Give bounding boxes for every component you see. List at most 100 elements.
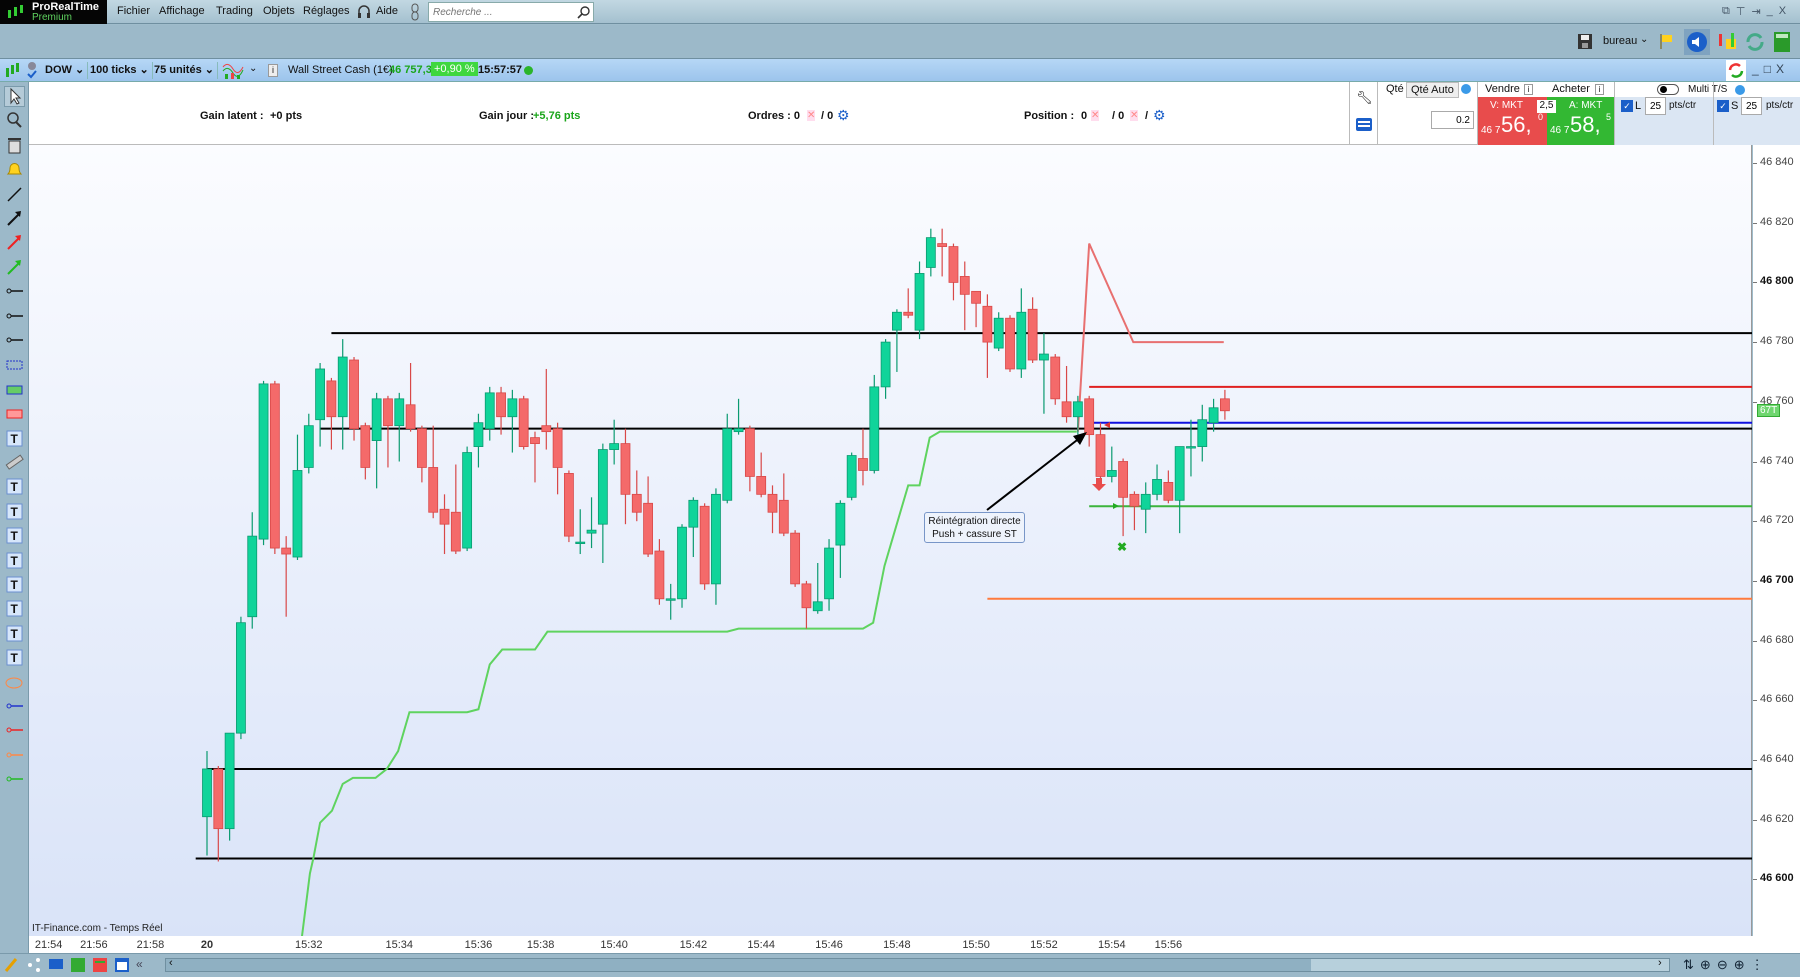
time-scrollbar[interactable]: ‹ › [165,957,1670,972]
sound-icon[interactable] [1684,29,1710,55]
link-icon[interactable] [410,3,420,21]
zoom-icon[interactable] [4,110,25,131]
chart-type-icon[interactable] [4,62,22,79]
arrow-line-icon[interactable] [4,208,25,229]
horizontal-line-icon[interactable] [4,330,25,351]
gear-icon[interactable]: ⚙ [837,107,850,124]
menu-trading[interactable]: Trading [216,5,253,17]
red-rectangle-icon[interactable] [4,403,25,424]
red-arrow-icon[interactable] [4,232,25,253]
scrollbar-thumb[interactable] [1311,959,1669,971]
menu-reglages[interactable]: Réglages [303,5,349,17]
price-chart[interactable]: ✖ IT-Finance.com - Temps Réel Réintégrat… [29,145,1752,936]
refresh-icon[interactable] [1726,60,1746,81]
auto-scale-icon[interactable]: ⇅ [1683,957,1694,973]
close-icon[interactable]: X [1776,62,1784,76]
trash-icon[interactable] [4,135,25,156]
chevron-down-icon[interactable]: ⌄ [1640,34,1648,45]
info-icon[interactable]: i [1524,84,1533,95]
help-bubble-icon[interactable] [1735,85,1745,95]
short-stop-checkbox[interactable]: ✓ [1717,100,1729,112]
alert-bell-icon[interactable] [4,159,25,180]
text-icon[interactable]: T [4,550,25,571]
gear-icon[interactable]: ⚙ [1153,107,1166,124]
red-segment-icon[interactable] [4,720,25,741]
close-position-icon[interactable]: ✕ [1091,110,1100,121]
settings-icon[interactable]: ⋮ [1751,957,1764,973]
text-icon[interactable]: T [4,647,25,668]
trading-lock-icon[interactable] [1716,31,1738,53]
blue-segment-icon[interactable] [4,696,25,717]
short-stop-input[interactable] [1741,97,1762,115]
menu-affichage[interactable]: Affichage [159,5,205,17]
screen-icon[interactable] [48,957,64,973]
instrument-select[interactable]: DOW ⌄ [42,62,89,79]
text-icon[interactable]: T [4,574,25,595]
search-input[interactable] [429,3,569,21]
scroll-start-icon[interactable]: « [136,957,143,973]
qty-input[interactable] [1431,111,1474,129]
orange-segment-icon[interactable] [4,745,25,766]
text-icon[interactable]: T [4,501,25,522]
cancel-orders-icon[interactable]: ✕ [807,110,816,121]
chevron-down-icon[interactable]: ⌄ [249,63,257,74]
menu-objets[interactable]: Objets [263,5,295,17]
buy-market-button[interactable]: A: MKT 46 7 58, 5 [1547,97,1615,145]
text-icon[interactable]: T [4,525,25,546]
scroll-right-icon[interactable]: › [1658,957,1662,969]
sync-icon[interactable] [1744,31,1766,53]
chart-window-icon[interactable] [114,957,130,973]
horizontal-line-icon[interactable] [4,281,25,302]
green-arrow-icon[interactable] [4,257,25,278]
period-select[interactable]: 100 ticks ⌄ [87,62,153,79]
close-position-icon[interactable]: ✕ [1130,110,1139,121]
text-icon[interactable]: T [4,598,25,619]
line-icon[interactable] [4,184,25,205]
ruler-icon[interactable] [4,452,25,473]
help-bubble-icon[interactable] [1461,84,1471,94]
layout-icon[interactable]: ⊤ [1736,5,1746,18]
multi-ts-toggle[interactable] [1657,84,1679,95]
zoom-out-icon[interactable]: ⊖ [1717,957,1728,973]
price-axis[interactable]: 46 840 46 820 46 800 46 780 46 760 46 740 46 7… [1753,145,1800,953]
maximize-icon[interactable]: □ [1764,62,1771,76]
pencil-icon[interactable] [4,957,20,973]
info-icon[interactable]: i [268,64,278,77]
blue-rectangle-icon[interactable] [4,354,25,375]
zoom-fit-icon[interactable]: ⊕ [1700,957,1711,973]
text-icon[interactable]: T [4,623,25,644]
cursor-icon[interactable] [4,86,25,107]
horizontal-line-icon[interactable] [4,306,25,327]
zoom-in-icon[interactable]: ⊕ [1734,957,1745,973]
detach-icon[interactable]: ⧉ [1722,5,1730,18]
workspace-select[interactable]: bureau [1603,35,1637,47]
menu-fichier[interactable]: Fichier [117,5,150,17]
orders-list-icon[interactable] [92,957,108,973]
info-icon[interactable]: i [1595,84,1604,95]
menu-aide[interactable]: Aide [376,5,398,17]
chart-annotation[interactable]: Réintégration directe Push + cassure ST [924,512,1025,543]
link-status-icon[interactable] [26,61,38,80]
headset-icon[interactable] [356,4,372,20]
save-icon[interactable] [1577,33,1593,50]
indicators-icon[interactable] [222,61,244,80]
pin-icon[interactable]: ⇥ [1751,5,1760,18]
time-axis[interactable]: 21:54 21:56 21:58 20 15:32 15:34 15:36 15:38 15:… [29,936,1753,953]
qty-auto-button[interactable]: Qté Auto [1406,82,1459,98]
calculator-icon[interactable] [1773,31,1791,53]
search-icon[interactable] [577,5,591,19]
green-segment-icon[interactable] [4,769,25,790]
minimize-icon[interactable]: _ [1767,5,1773,18]
share-icon[interactable] [26,957,42,973]
long-stop-input[interactable] [1645,97,1666,115]
green-rectangle-icon[interactable] [4,379,25,400]
long-stop-checkbox[interactable]: ✓ [1621,100,1633,112]
text-icon[interactable]: T [4,476,25,497]
ellipse-icon[interactable] [4,672,25,693]
text-icon[interactable]: T [4,428,25,449]
close-icon[interactable]: X [1779,5,1786,18]
scroll-left-icon[interactable]: ‹ [169,957,173,969]
table-icon[interactable] [70,957,86,973]
minimize-icon[interactable]: _ [1752,62,1759,76]
flag-icon[interactable] [1658,33,1674,50]
